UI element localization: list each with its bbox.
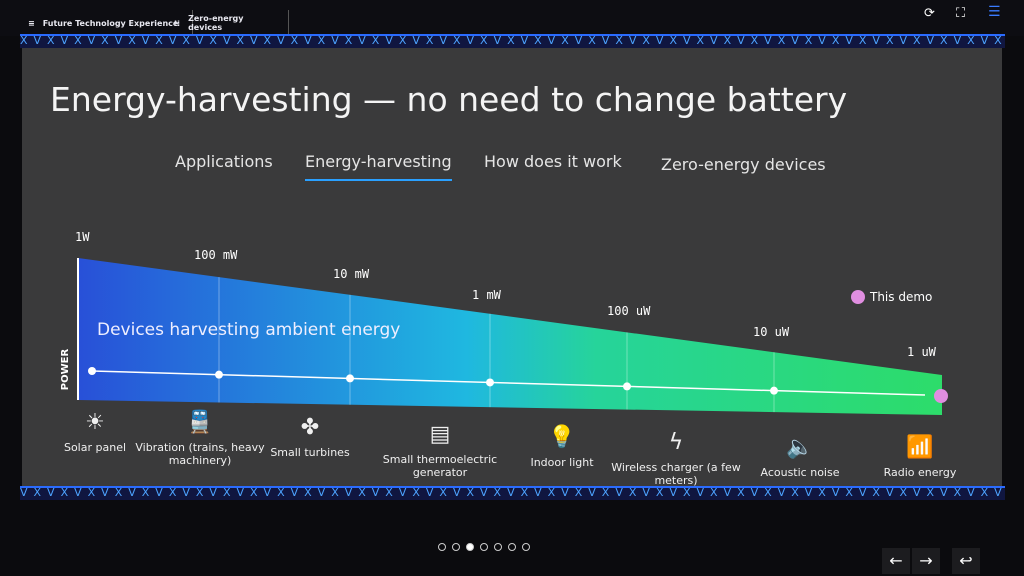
energy-source: ▤ Small thermoelectric generator bbox=[375, 422, 505, 479]
trend-point bbox=[486, 378, 494, 387]
band-label: Devices harvesting ambient energy bbox=[97, 320, 401, 340]
energy-source-label: Radio energy bbox=[883, 466, 957, 479]
trend-point bbox=[770, 386, 778, 395]
power-level-label: 1W bbox=[75, 230, 90, 244]
trend-point bbox=[88, 367, 96, 375]
trend-point bbox=[346, 374, 354, 383]
this-demo-marker bbox=[934, 389, 948, 403]
energy-source: ϟ Wireless charger (a few meters) bbox=[611, 430, 741, 487]
y-axis-label: POWER bbox=[60, 348, 72, 391]
power-level-label: 100 uW bbox=[607, 304, 651, 318]
energy-source-label: Small turbines bbox=[270, 446, 350, 459]
page-dot[interactable] bbox=[466, 543, 474, 551]
energy-source-label: Acoustic noise bbox=[760, 466, 840, 479]
trend-point bbox=[623, 382, 631, 391]
page-dot[interactable] bbox=[494, 543, 502, 551]
legend-label: This demo bbox=[870, 290, 933, 304]
speaker-icon: 🔈 bbox=[786, 435, 814, 460]
page-dot[interactable] bbox=[438, 543, 446, 551]
energy-source-label: Wireless charger (a few meters) bbox=[611, 461, 741, 487]
page-dot[interactable] bbox=[508, 543, 516, 551]
lightbulb-icon: 💡 bbox=[548, 425, 576, 450]
page-dot[interactable] bbox=[522, 543, 530, 551]
energy-source: 💡 Indoor light bbox=[497, 425, 627, 469]
energy-source: ✤ Small turbines bbox=[245, 415, 375, 459]
power-level-label: 10 mW bbox=[333, 267, 370, 281]
lightning-icon: ϟ bbox=[668, 430, 684, 455]
power-chart bbox=[77, 258, 948, 415]
power-level-label: 100 mW bbox=[194, 248, 238, 262]
pagination bbox=[435, 536, 533, 555]
antenna-icon: 📶 bbox=[906, 435, 934, 460]
energy-source: 🔈 Acoustic noise bbox=[735, 435, 865, 479]
energy-source: 📶 Radio energy bbox=[855, 435, 985, 479]
power-level-label: 10 uW bbox=[753, 325, 790, 339]
prev-button[interactable]: ← bbox=[882, 548, 910, 574]
next-button[interactable]: → bbox=[912, 548, 940, 574]
energy-source-label: Solar panel bbox=[63, 441, 127, 454]
back-button[interactable]: ↩ bbox=[952, 548, 980, 574]
trend-point bbox=[215, 370, 223, 379]
page-dot[interactable] bbox=[480, 543, 488, 551]
power-level-label: 1 uW bbox=[907, 345, 936, 359]
thermoelectric-icon: ▤ bbox=[429, 422, 451, 447]
page-dot[interactable] bbox=[452, 543, 460, 551]
energy-source-label: Indoor light bbox=[530, 456, 594, 469]
energy-source-label: Small thermoelectric generator bbox=[382, 453, 498, 479]
legend-marker bbox=[851, 290, 865, 304]
turbine-icon: ✤ bbox=[300, 415, 320, 440]
power-level-label: 1 mW bbox=[472, 288, 501, 302]
